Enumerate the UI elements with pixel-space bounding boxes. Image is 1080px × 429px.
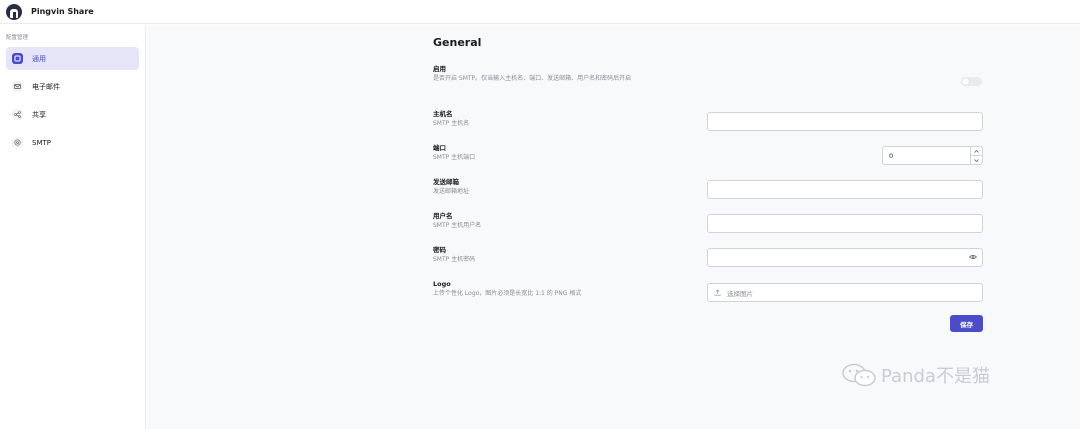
- logo-file-input[interactable]: 选择图片: [707, 283, 983, 302]
- sidebar: 配置管理 通用 电子邮件 共享 SMTP: [0, 25, 146, 429]
- password-input[interactable]: [707, 248, 983, 267]
- save-button[interactable]: 保存: [950, 315, 983, 332]
- sidebar-item-share[interactable]: 共享: [6, 103, 139, 126]
- stepper-up-button[interactable]: [971, 147, 982, 155]
- enable-toggle[interactable]: [961, 77, 982, 86]
- field-description: 是否开启 SMTP。仅当输入主机名、端口、发送邮箱、用户名和密码后开启: [433, 75, 632, 82]
- watermark: Panda不是猫: [841, 362, 990, 388]
- sidebar-item-email[interactable]: 电子邮件: [6, 75, 139, 98]
- eye-icon[interactable]: [969, 254, 977, 262]
- field-enable: 启用 是否开启 SMTP。仅当输入主机名、端口、发送邮箱、用户名和密码后开启: [433, 65, 983, 84]
- port-value[interactable]: 0: [889, 152, 893, 160]
- stepper-down-button[interactable]: [971, 155, 982, 164]
- sidebar-item-label: 通用: [32, 54, 46, 63]
- page-title: General: [433, 36, 482, 49]
- sidebar-item-label: 共享: [32, 110, 46, 119]
- wechat-icon: [842, 363, 876, 387]
- at-icon: [12, 137, 23, 148]
- host-input[interactable]: [707, 112, 983, 131]
- app-logo[interactable]: [6, 3, 22, 20]
- field-description: SMTP 主机密码: [433, 256, 476, 263]
- field-description: SMTP 主机用户名: [433, 222, 482, 229]
- share-icon: [12, 109, 23, 120]
- sidebar-item-label: 电子邮件: [32, 82, 60, 91]
- sidebar-item-smtp[interactable]: SMTP: [6, 131, 139, 154]
- field-description: SMTP 主机名: [433, 120, 470, 127]
- sidebar-heading: 配置管理: [6, 35, 29, 41]
- field-label: 启用: [433, 65, 446, 73]
- field-description: 上传个性化 Logo，图片必须是长宽比 1:1 的 PNG 格式: [433, 290, 582, 297]
- upload-icon: [714, 289, 721, 296]
- square-icon: [12, 53, 23, 64]
- app-title[interactable]: Pingvin Share: [31, 7, 94, 16]
- sidebar-item-label: SMTP: [32, 138, 51, 147]
- chevron-down-icon: [974, 158, 979, 162]
- sidebar-item-general[interactable]: 通用: [6, 47, 139, 70]
- field-description: SMTP 主机端口: [433, 154, 476, 161]
- app-header: Pingvin Share: [0, 0, 1080, 24]
- mail-icon: [12, 81, 23, 92]
- stepper-controls: [970, 147, 982, 164]
- watermark-text: Panda不是猫: [881, 366, 990, 387]
- chevron-up-icon: [974, 149, 979, 153]
- port-stepper[interactable]: 0: [882, 146, 983, 165]
- logo-placeholder: 选择图片: [727, 289, 753, 298]
- username-input[interactable]: [707, 214, 983, 233]
- from-email-input[interactable]: [707, 180, 983, 199]
- field-description: 发送邮箱地址: [433, 188, 470, 195]
